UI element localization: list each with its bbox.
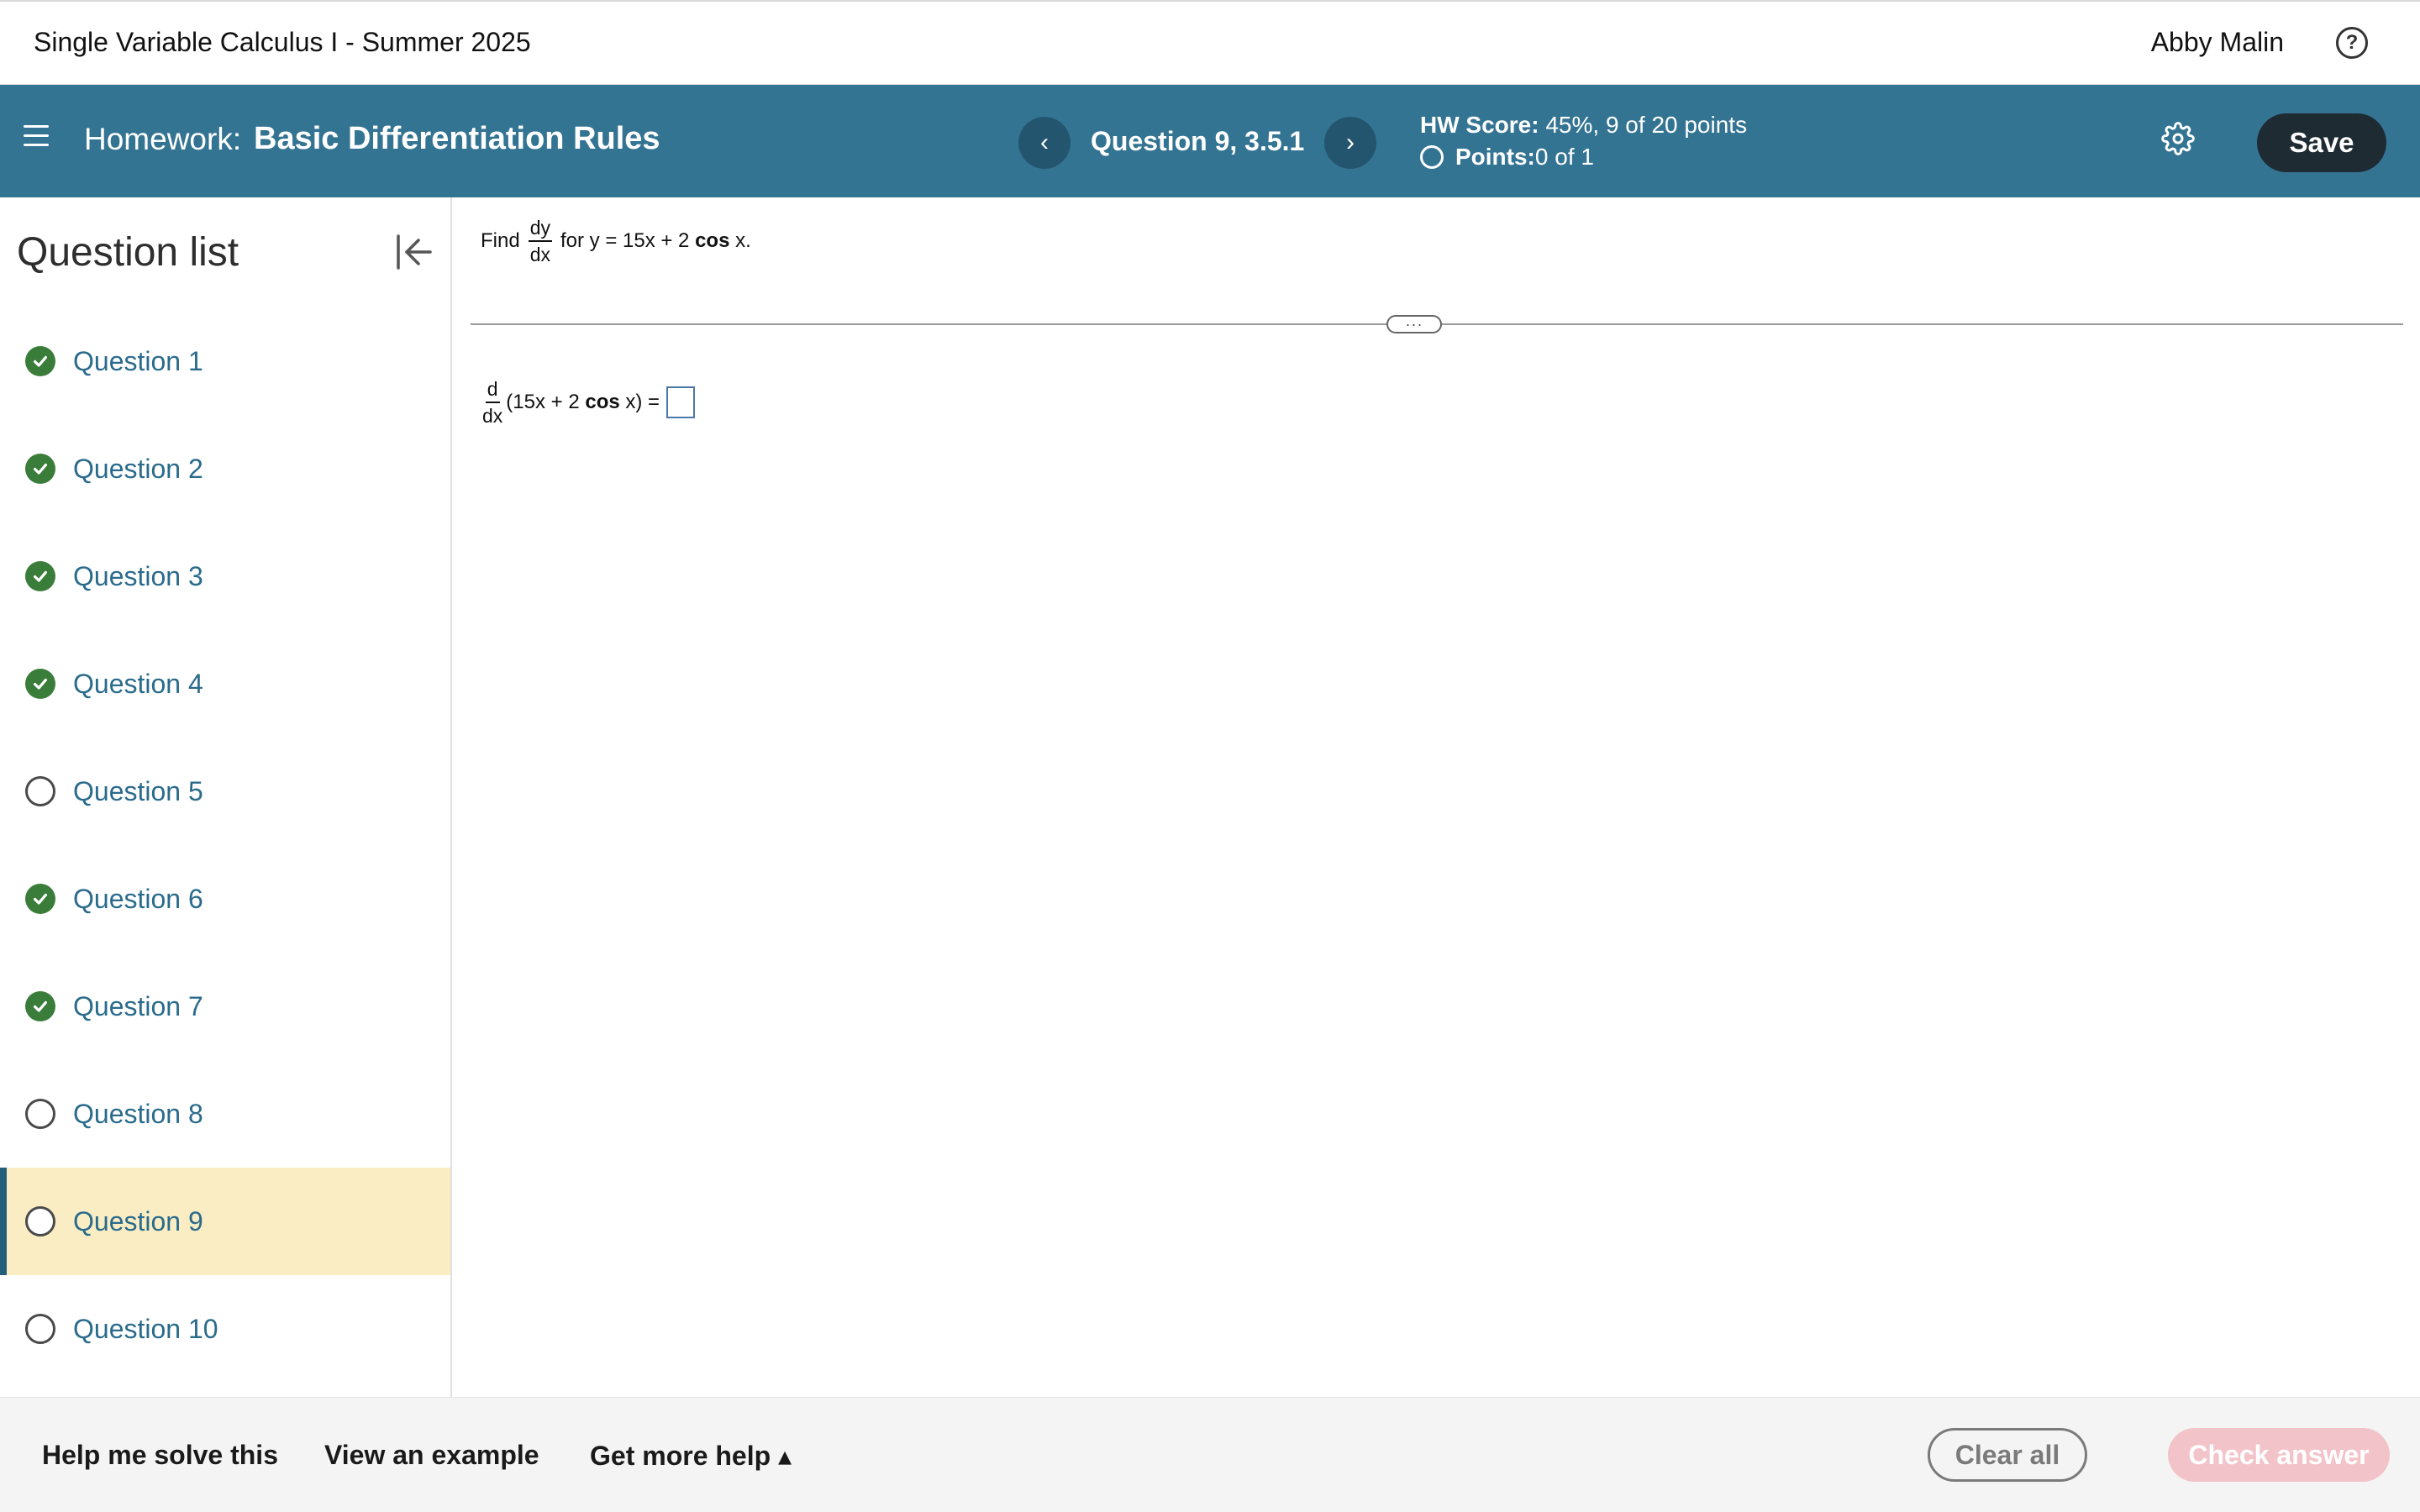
answer-expression-end: x) =: [619, 391, 660, 414]
points-circle-icon: [1420, 145, 1444, 169]
answer-expression: (15x + 2: [506, 391, 580, 414]
previous-question-button[interactable]: ‹: [1018, 117, 1071, 169]
homework-label: Homework:: [84, 122, 242, 156]
sidebar-item-label: Question 1: [73, 345, 203, 376]
dy-dx-fraction: dy dx: [528, 218, 552, 266]
answer-input[interactable]: [666, 386, 696, 419]
question-prompt: Find dy dx for y = 15x + 2 cos x.: [481, 218, 751, 265]
next-question-button[interactable]: ›: [1324, 117, 1376, 169]
prompt-cos: cos: [695, 229, 730, 253]
sidebar-item-question-9[interactable]: Question 9: [0, 1168, 450, 1275]
question-list: Question 1 Question 2 Question 3 Question 4…: [0, 307, 450, 1383]
sidebar-item-label: Question 7: [73, 990, 203, 1021]
answer-fraction-denominator: dx: [482, 405, 503, 428]
hw-score: HW Score: 45%, 9 of 20 points: [1420, 112, 1747, 139]
empty-circle-icon: [25, 1206, 55, 1236]
sidebar-item-label: Question 3: [73, 560, 203, 591]
sidebar-item-question-6[interactable]: Question 6: [0, 845, 450, 953]
prompt-end: x.: [729, 229, 751, 253]
clear-all-button[interactable]: Clear all: [1928, 1428, 2087, 1482]
sidebar-item-label: Question 4: [73, 668, 203, 699]
hamburger-menu-icon[interactable]: [24, 125, 49, 147]
sidebar-item-label: Question 6: [73, 883, 203, 914]
check-circle-icon: [25, 561, 55, 591]
sidebar-item-question-8[interactable]: Question 8: [0, 1060, 450, 1168]
sidebar-item-question-1[interactable]: Question 1: [0, 307, 450, 415]
sidebar-item-label: Question 2: [73, 453, 203, 484]
empty-circle-icon: [25, 1314, 55, 1344]
hw-score-value: 45%, 9 of 20 points: [1539, 112, 1748, 138]
sidebar-item-question-4[interactable]: Question 4: [0, 630, 450, 738]
question-list-title: Question list: [17, 230, 239, 275]
check-answer-button[interactable]: Check answer: [2168, 1428, 2390, 1482]
sidebar-item-question-7[interactable]: Question 7: [0, 953, 450, 1060]
answer-fraction-numerator: d: [485, 379, 500, 404]
save-button[interactable]: Save: [2257, 113, 2386, 172]
empty-circle-icon: [25, 1099, 55, 1129]
homework-title: Basic Differentiation Rules: [254, 121, 660, 156]
top-bar: Single Variable Calculus I - Summer 2025…: [0, 0, 2420, 85]
sidebar-item-label: Question 5: [73, 775, 203, 806]
resize-handle[interactable]: ···: [1386, 315, 1442, 333]
gear-icon[interactable]: [2161, 122, 2195, 155]
collapse-sidebar-icon[interactable]: [393, 233, 434, 271]
fraction-numerator: dy: [528, 218, 552, 243]
sidebar-item-question-10[interactable]: Question 10: [0, 1275, 450, 1383]
user-name[interactable]: Abby Malin: [2151, 27, 2284, 58]
points-status: Points: 0 of 1: [1420, 144, 1594, 171]
bottom-toolbar: Help me solve this View an example Get m…: [0, 1397, 2420, 1512]
answer-row: d dx (15x + 2 cos x) =: [481, 379, 696, 426]
prompt-find: Find: [481, 229, 520, 253]
sidebar-item-label: Question 8: [73, 1098, 203, 1129]
help-me-solve-button[interactable]: Help me solve this: [42, 1440, 278, 1471]
view-example-button[interactable]: View an example: [324, 1440, 539, 1471]
sidebar-item-label: Question 9: [73, 1205, 203, 1236]
check-circle-icon: [25, 884, 55, 914]
answer-cos: cos: [585, 391, 620, 414]
check-circle-icon: [25, 346, 55, 376]
sidebar-item-label: Question 10: [73, 1313, 218, 1344]
points-label: Points:: [1455, 144, 1535, 170]
hw-score-label: HW Score:: [1420, 112, 1539, 138]
question-list-sidebar: Question list Question 1 Question 2 Questi…: [0, 197, 452, 1397]
check-circle-icon: [25, 669, 55, 699]
sidebar-item-question-3[interactable]: Question 3: [0, 522, 450, 630]
current-question-label: Question 9, 3.5.1: [1091, 126, 1305, 156]
check-circle-icon: [25, 991, 55, 1021]
check-circle-icon: [25, 454, 55, 484]
points-value: 0 of 1: [1534, 144, 1594, 170]
course-title: Single Variable Calculus I - Summer 2025: [34, 27, 531, 57]
question-panel: Find dy dx for y = 15x + 2 cos x. ··· d …: [454, 197, 2420, 1397]
empty-circle-icon: [25, 776, 55, 806]
sidebar-item-question-2[interactable]: Question 2: [0, 415, 450, 522]
get-more-help-button[interactable]: Get more help ▴: [590, 1440, 792, 1472]
d-dx-fraction: d dx: [481, 379, 504, 426]
question-circle-icon[interactable]: ?: [2336, 27, 2368, 59]
fraction-denominator: dx: [529, 244, 550, 266]
sidebar-item-question-5[interactable]: Question 5: [0, 738, 450, 845]
prompt-function: for y = 15x + 2: [560, 229, 690, 253]
homework-header: Homework: Basic Differentiation Rules ‹ …: [0, 85, 2420, 197]
